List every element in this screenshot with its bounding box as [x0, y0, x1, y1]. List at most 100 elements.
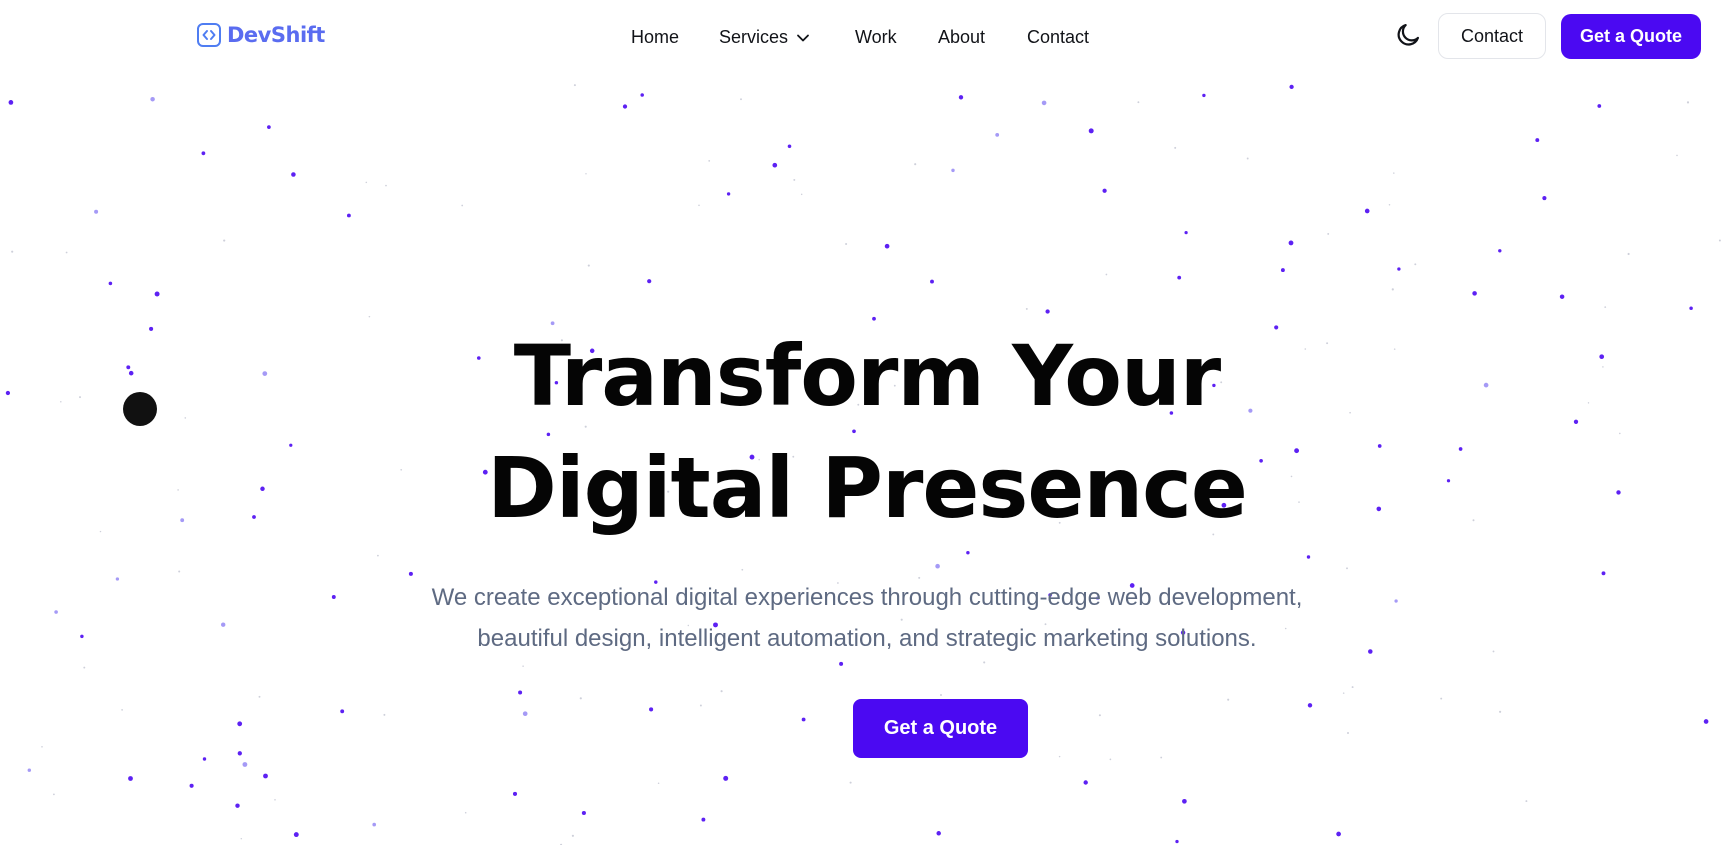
particle	[1414, 263, 1417, 266]
particle	[60, 401, 62, 403]
particle	[408, 571, 413, 576]
particle	[1102, 188, 1107, 193]
particle	[189, 783, 194, 788]
nav-item-work[interactable]: Work	[855, 22, 897, 52]
particle	[1177, 275, 1182, 280]
particle	[699, 704, 702, 707]
particle	[1364, 208, 1370, 214]
particle	[27, 768, 32, 772]
particle	[1499, 710, 1502, 713]
nav-item-contact[interactable]: Contact	[1027, 22, 1089, 52]
particle	[252, 515, 256, 519]
particle	[1202, 93, 1206, 98]
particle	[237, 751, 242, 756]
particle	[787, 144, 792, 149]
particle	[1492, 650, 1495, 653]
particle	[108, 281, 113, 286]
particle	[518, 690, 523, 695]
particle	[640, 93, 644, 97]
particle	[1393, 172, 1395, 174]
particle	[1306, 555, 1311, 559]
particle	[1627, 252, 1630, 256]
cursor-follower-dot	[123, 392, 157, 426]
get-quote-header-button[interactable]: Get a Quote	[1561, 14, 1701, 59]
particle	[522, 711, 528, 717]
particle	[1525, 800, 1528, 803]
particle	[1718, 239, 1721, 242]
particle	[1446, 479, 1451, 483]
nav-item-home[interactable]: Home	[631, 22, 679, 52]
particle	[293, 832, 299, 838]
particle	[1597, 104, 1602, 108]
particle	[571, 834, 574, 837]
particle	[1686, 101, 1690, 104]
particle	[940, 694, 942, 696]
particle	[1025, 307, 1028, 310]
particle	[365, 181, 368, 184]
particle	[1440, 697, 1443, 700]
particle	[1703, 719, 1709, 724]
particle	[83, 666, 86, 669]
nav-item-services[interactable]: Services	[719, 22, 810, 52]
particle	[154, 291, 160, 297]
particle	[1689, 306, 1693, 310]
nav-item-label: Services	[719, 26, 789, 47]
particle	[8, 100, 14, 105]
particle	[99, 530, 102, 533]
particle	[1137, 101, 1140, 104]
particle	[585, 173, 587, 175]
particle	[579, 697, 582, 700]
particle	[657, 782, 660, 785]
hero-title: Transform Your Digital Presence	[487, 327, 1248, 537]
particle	[237, 721, 243, 727]
particle	[936, 831, 941, 836]
particle	[461, 204, 464, 207]
particle	[1676, 154, 1678, 157]
particle	[1105, 273, 1108, 276]
particle	[708, 160, 711, 162]
particle	[1618, 432, 1621, 435]
particle	[935, 563, 940, 569]
nav-item-about[interactable]: About	[938, 22, 985, 52]
particle	[242, 762, 248, 767]
particle	[1246, 157, 1249, 160]
particle	[128, 776, 133, 781]
particle	[1587, 402, 1590, 404]
particle	[1601, 571, 1606, 576]
particle	[701, 817, 706, 822]
particle	[966, 550, 970, 555]
particle	[340, 709, 345, 714]
particle	[79, 396, 81, 399]
particle	[801, 717, 806, 722]
particle	[1368, 649, 1373, 654]
contact-button[interactable]: Contact	[1438, 13, 1546, 59]
particle	[11, 250, 14, 253]
particle	[930, 279, 934, 284]
particle	[512, 791, 518, 796]
particle	[1175, 839, 1179, 844]
particle	[1327, 232, 1330, 235]
particle	[291, 172, 296, 177]
particle	[1394, 599, 1398, 603]
particle	[1109, 758, 1112, 761]
particle	[126, 365, 131, 370]
particle	[1535, 138, 1540, 143]
particle	[1393, 348, 1396, 350]
particle	[1604, 306, 1607, 308]
particle	[1041, 100, 1047, 106]
particle	[1458, 447, 1463, 451]
particle	[150, 96, 155, 102]
moon-icon	[1394, 21, 1422, 54]
particle	[274, 799, 276, 801]
particle	[522, 665, 524, 667]
particle	[1058, 755, 1061, 758]
particle	[1227, 698, 1230, 701]
particle	[383, 713, 386, 716]
particle	[235, 803, 240, 808]
particle	[263, 773, 268, 779]
particle	[1342, 692, 1345, 694]
get-quote-hero-button[interactable]: Get a Quote	[853, 699, 1028, 758]
theme-toggle-button[interactable]	[1392, 21, 1424, 53]
particle	[1397, 267, 1401, 271]
particle	[65, 251, 68, 254]
